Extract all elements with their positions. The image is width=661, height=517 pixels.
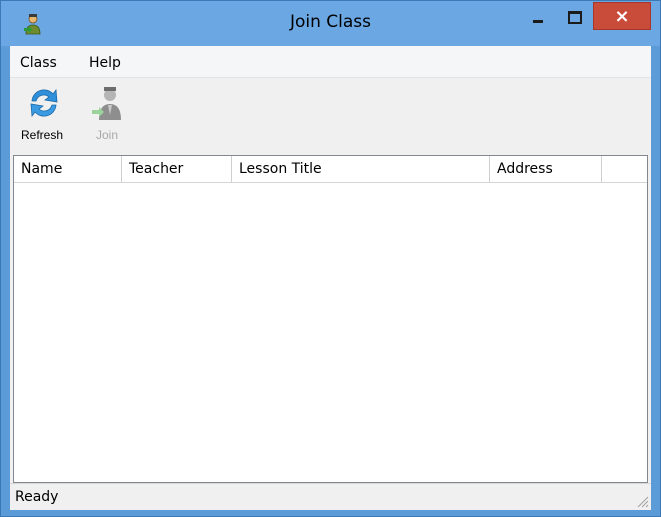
column-header-address[interactable]: Address — [490, 156, 602, 182]
app-person-icon — [24, 14, 41, 35]
toolbar: Refresh Join — [10, 79, 651, 153]
column-header-name[interactable]: Name — [14, 156, 122, 182]
list-header: Name Teacher Lesson Title Address — [14, 156, 647, 183]
status-bar: Ready — [10, 483, 651, 510]
refresh-button[interactable]: Refresh — [16, 81, 72, 153]
refresh-label: Refresh — [20, 128, 64, 142]
title-bar[interactable]: Join Class × — [1, 1, 660, 46]
minimize-icon — [533, 20, 543, 23]
minimize-button[interactable] — [521, 2, 555, 30]
column-header-teacher[interactable]: Teacher — [122, 156, 232, 182]
status-text: Ready — [15, 489, 59, 505]
maximize-icon — [568, 11, 582, 24]
person-join-icon — [92, 87, 121, 120]
join-label: Join — [95, 128, 118, 142]
close-button[interactable]: × — [593, 2, 651, 30]
class-list[interactable]: Name Teacher Lesson Title Address — [13, 155, 648, 483]
join-button[interactable]: Join — [80, 81, 136, 153]
resize-grip-icon[interactable] — [635, 494, 649, 508]
column-header-empty[interactable] — [602, 156, 647, 182]
join-class-window: Join Class × Class Help Refresh Join Nam… — [0, 0, 661, 517]
menu-help[interactable]: Help — [89, 55, 121, 71]
menu-class[interactable]: Class — [20, 55, 57, 71]
client-area: Class Help Refresh Join Name Teacher Les… — [10, 46, 651, 510]
refresh-icon — [30, 88, 58, 118]
close-icon: × — [614, 6, 630, 27]
menu-bar: Class Help — [10, 46, 651, 78]
maximize-button[interactable] — [557, 2, 591, 30]
column-header-lesson-title[interactable]: Lesson Title — [232, 156, 490, 182]
